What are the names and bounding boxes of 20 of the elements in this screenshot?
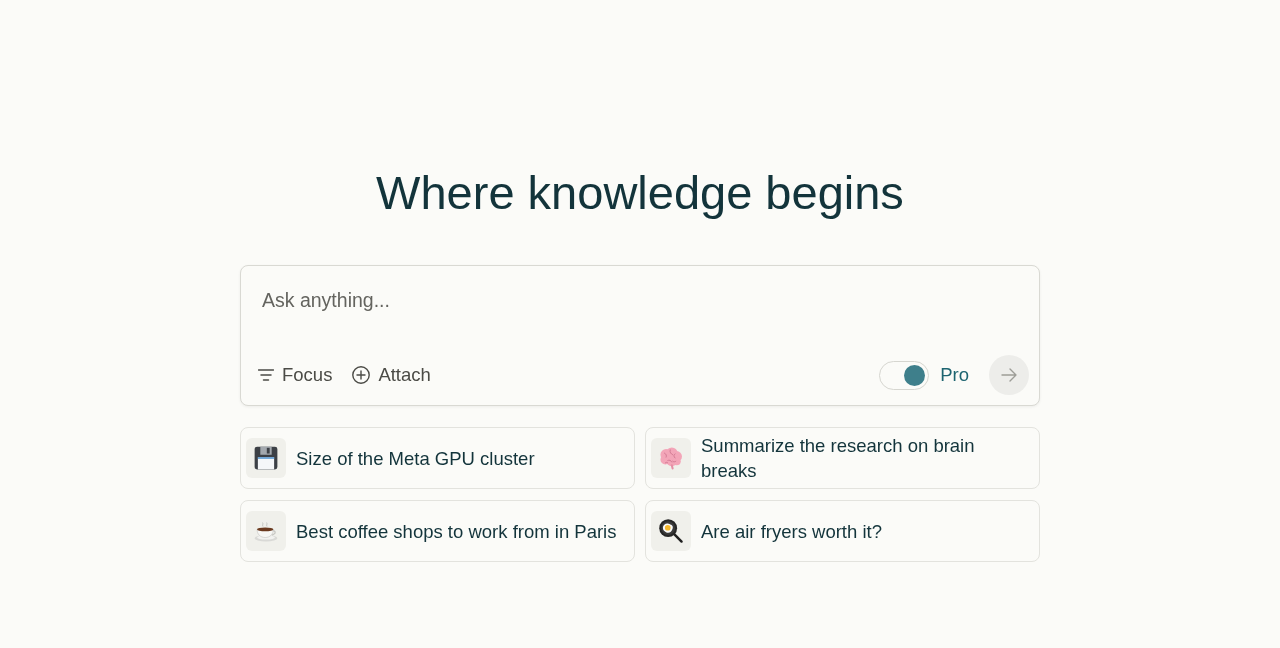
coffee-cup-icon [246, 511, 286, 551]
arrow-right-icon [1001, 368, 1017, 382]
search-field[interactable]: Ask anything... [251, 287, 662, 313]
suggestion-text: Summarize the research on brain breaks [701, 434, 976, 483]
filter-icon [258, 369, 274, 381]
focus-button[interactable]: Focus [251, 358, 340, 392]
brain-icon [651, 438, 691, 478]
suggestion-text: Best coffee shops to work from in Paris [296, 519, 617, 544]
pro-toggle[interactable] [879, 360, 930, 390]
suggestion-text: Are air fryers worth it? [701, 519, 882, 544]
pro-label: Pro [940, 364, 969, 386]
page-heading: Where knowledge begins [376, 165, 904, 220]
suggestion-card[interactable]: Best coffee shops to work from in Paris [240, 500, 635, 562]
suggestion-card[interactable]: Are air fryers worth it? [645, 500, 1040, 562]
frying-pan-egg-icon [651, 511, 691, 551]
attach-button[interactable]: Attach [345, 358, 438, 392]
suggestion-text: Size of the Meta GPU cluster [296, 446, 535, 471]
suggestion-card[interactable]: Summarize the research on brain breaks [645, 427, 1040, 489]
suggestion-card[interactable]: Size of the Meta GPU cluster [240, 427, 635, 489]
plus-circle-icon [352, 366, 371, 384]
